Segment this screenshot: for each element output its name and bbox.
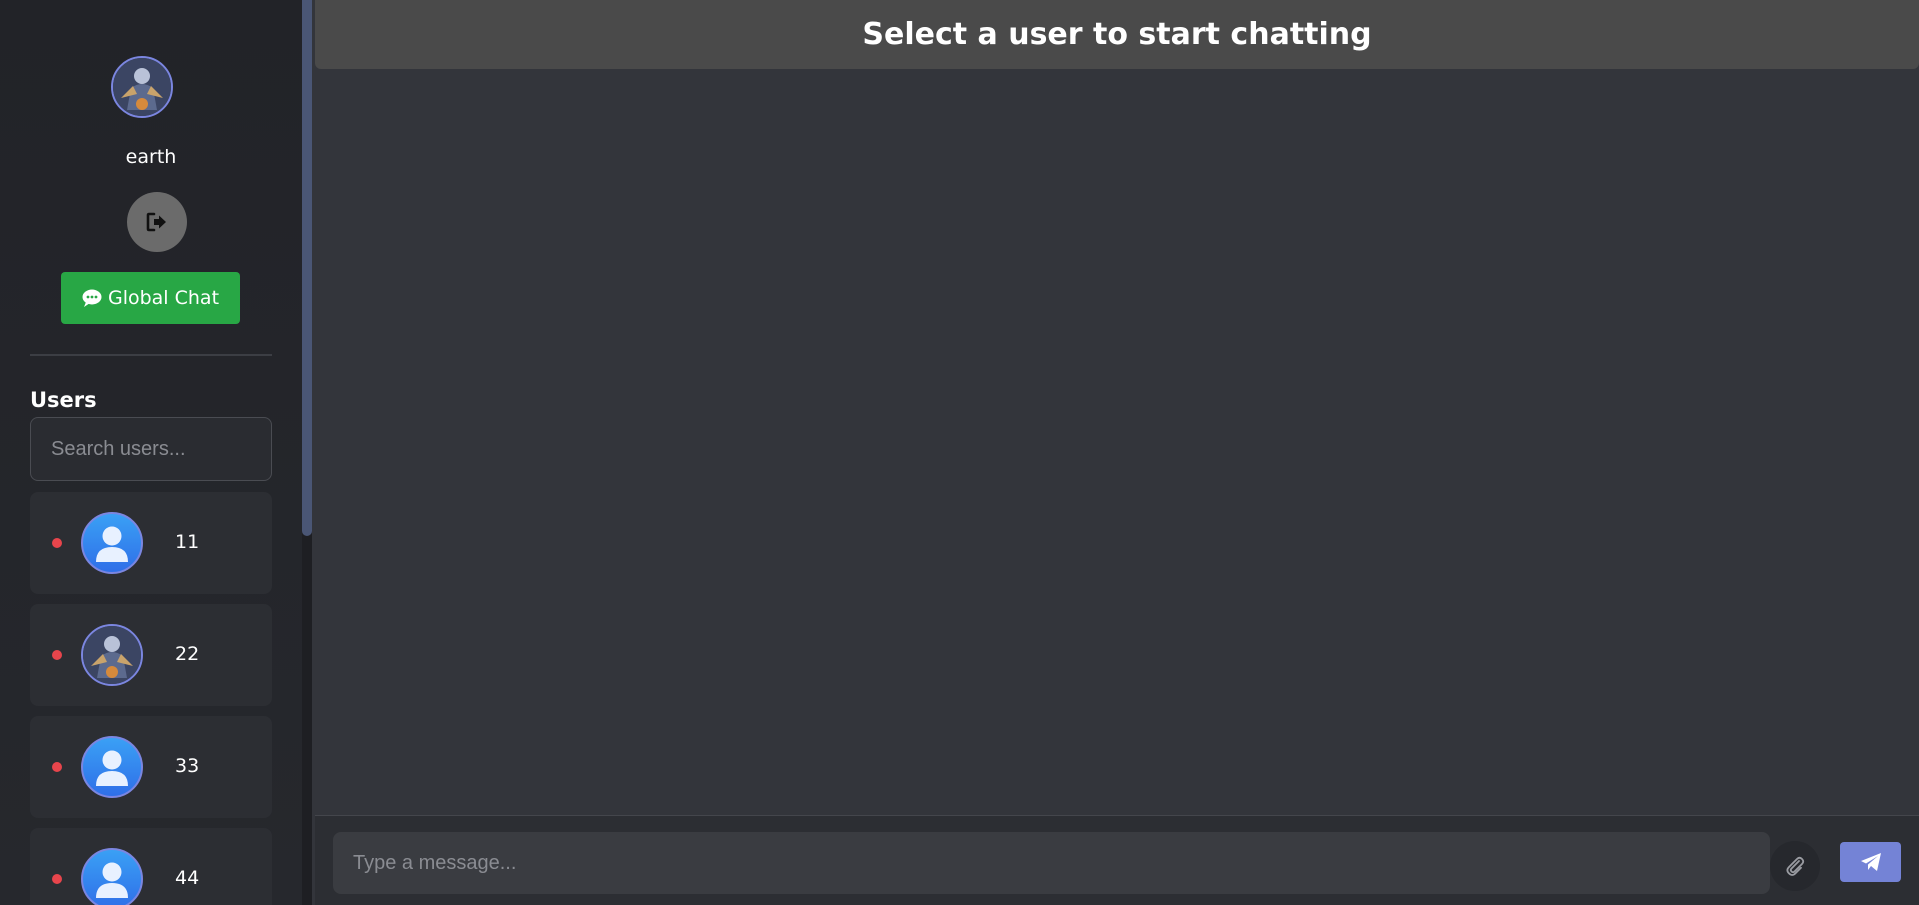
user-name: 22 bbox=[175, 643, 200, 665]
send-button[interactable] bbox=[1840, 842, 1901, 882]
profile-photo-image bbox=[113, 58, 171, 116]
logout-icon bbox=[146, 212, 166, 232]
person-silhouette-icon bbox=[96, 750, 128, 786]
paperclip-icon bbox=[1786, 856, 1805, 876]
user-name: 44 bbox=[175, 867, 200, 889]
attach-file-button[interactable] bbox=[1770, 841, 1820, 891]
sidebar-scrollbar-thumb[interactable] bbox=[302, 0, 312, 536]
default-user-icon bbox=[81, 736, 143, 798]
chat-header: Select a user to start chatting bbox=[315, 0, 1919, 69]
message-area bbox=[312, 69, 1919, 815]
send-icon bbox=[1860, 853, 1881, 871]
users-heading: Users bbox=[30, 388, 97, 412]
person-silhouette-icon bbox=[96, 862, 128, 898]
person-silhouette-icon bbox=[96, 526, 128, 562]
offline-status-dot bbox=[52, 650, 62, 660]
user-list: 11 22 33 44 bbox=[30, 492, 272, 905]
user-name: 11 bbox=[175, 531, 200, 553]
chat-bubble-icon bbox=[82, 289, 102, 307]
chat-app: earth Global Chat Users Search users... … bbox=[0, 0, 1919, 905]
profile-photo-image bbox=[83, 626, 141, 684]
user-list-item[interactable]: 22 bbox=[30, 604, 272, 706]
logout-button[interactable] bbox=[127, 192, 187, 252]
default-user-icon bbox=[81, 512, 143, 574]
profile-avatar[interactable] bbox=[111, 56, 173, 118]
global-chat-label: Global Chat bbox=[107, 287, 220, 309]
message-input[interactable] bbox=[333, 832, 1770, 894]
sidebar-divider bbox=[30, 354, 272, 356]
user-list-item[interactable]: 44 bbox=[30, 828, 272, 905]
default-user-icon bbox=[81, 848, 143, 905]
offline-status-dot bbox=[52, 762, 62, 772]
chat-header-title: Select a user to start chatting bbox=[862, 17, 1372, 52]
user-list-item[interactable]: 33 bbox=[30, 716, 272, 818]
current-username: earth bbox=[125, 146, 177, 168]
sidebar-scrollbar[interactable] bbox=[302, 0, 312, 905]
sidebar: earth Global Chat Users Search users... … bbox=[0, 0, 302, 905]
chat-main: Select a user to start chatting bbox=[312, 0, 1919, 905]
user-list-item[interactable]: 11 bbox=[30, 492, 272, 594]
search-users-input[interactable] bbox=[30, 417, 272, 481]
offline-status-dot bbox=[52, 538, 62, 548]
offline-status-dot bbox=[52, 874, 62, 884]
user-name: 33 bbox=[175, 755, 200, 777]
user-profile-photo bbox=[81, 624, 143, 686]
message-input-bar bbox=[315, 815, 1919, 905]
global-chat-button[interactable]: Global Chat bbox=[61, 272, 240, 324]
